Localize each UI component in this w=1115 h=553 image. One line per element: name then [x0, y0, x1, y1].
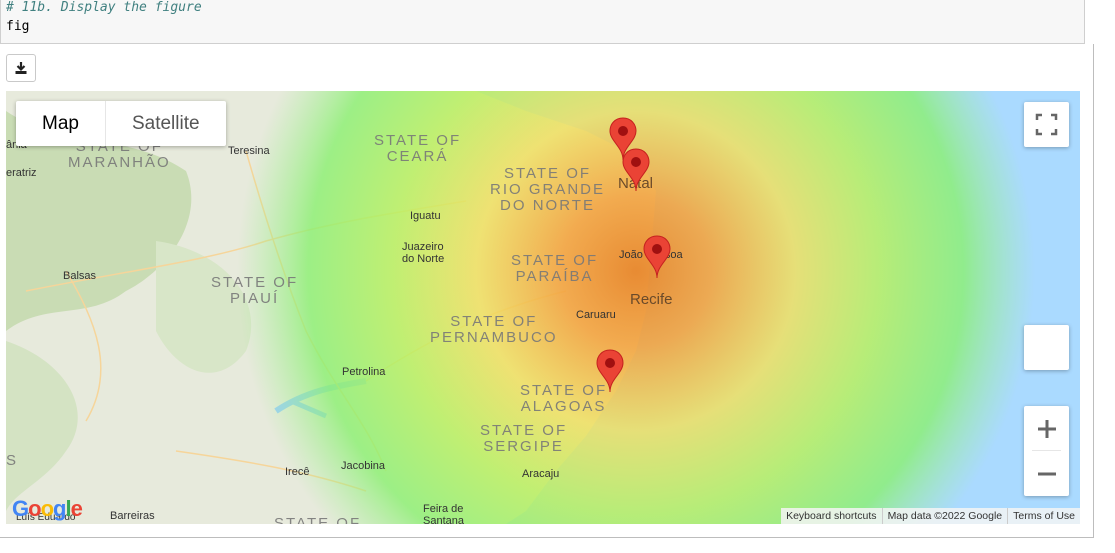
- left-edge-label-3: S: [6, 452, 19, 469]
- state-label-piaui: STATE OF PIAUÍ: [211, 274, 299, 307]
- city-iguatu: Iguatu: [410, 210, 441, 222]
- download-button[interactable]: [6, 54, 36, 82]
- download-icon: [15, 62, 27, 74]
- fullscreen-icon: [1035, 113, 1058, 136]
- zoom-control: [1024, 406, 1069, 496]
- city-balsas: Balsas: [63, 270, 97, 282]
- city-aracaju: Aracaju: [522, 468, 560, 480]
- map-type-control: Map Satellite: [16, 101, 226, 146]
- state-label-rio-grande-do-norte: STATE OF RIO GRANDE DO NORTE: [490, 165, 606, 214]
- city-feira-de-santana: Feira de Santana: [423, 503, 464, 524]
- map-data-text: Map data ©2022 Google: [881, 508, 1008, 524]
- city-jacobina: Jacobina: [341, 460, 386, 472]
- state-label-alagoas: STATE OF ALAGOAS: [520, 382, 608, 415]
- city-caruaru: Caruaru: [576, 309, 616, 321]
- city-teresina: Teresina: [228, 145, 270, 157]
- map[interactable]: ânia eratriz S STATE OFMARANHÃO STATE OF…: [6, 91, 1080, 524]
- state-label-bottom: STATE OF: [274, 515, 362, 525]
- state-label-pernambuco: STATE OF PERNAMBUCO: [430, 313, 558, 346]
- left-edge-label-2: eratriz: [6, 167, 37, 179]
- code-text: fig: [6, 19, 30, 34]
- state-label-ceara: STATE OF CEARÁ: [374, 132, 462, 165]
- zoom-out-button[interactable]: [1024, 451, 1069, 496]
- map-marker[interactable]: [622, 148, 650, 192]
- map-marker[interactable]: [596, 349, 624, 393]
- map-marker[interactable]: [643, 235, 671, 279]
- code-cell[interactable]: # 11b. Display the figure fig: [0, 0, 1085, 44]
- city-barreiras: Barreiras: [110, 510, 155, 522]
- city-juazeiro: Juazeiro do Norte: [402, 241, 445, 265]
- map-type-satellite-button[interactable]: Satellite: [104, 101, 226, 146]
- terms-of-use-link[interactable]: Terms of Use: [1007, 508, 1080, 524]
- fullscreen-button[interactable]: [1024, 102, 1069, 147]
- minus-icon: [1037, 472, 1056, 475]
- city-recife: Recife: [630, 291, 673, 308]
- street-view-pegman-button[interactable]: [1024, 325, 1069, 370]
- map-attribution: Keyboard shortcuts Map data ©2022 Google…: [781, 508, 1080, 524]
- code-comment: # 11b. Display the figure: [6, 0, 202, 15]
- google-logo[interactable]: Google: [12, 496, 83, 522]
- state-label-paraiba: STATE OF PARAÍBA: [511, 252, 599, 285]
- keyboard-shortcuts-link[interactable]: Keyboard shortcuts: [781, 508, 881, 524]
- zoom-in-button[interactable]: [1024, 406, 1069, 451]
- city-petrolina: Petrolina: [342, 366, 386, 378]
- plus-icon: [1037, 419, 1056, 438]
- page-scrollbar[interactable]: [1094, 0, 1115, 553]
- map-type-map-button[interactable]: Map: [16, 101, 105, 146]
- city-irece: Irecê: [285, 466, 310, 478]
- state-label-sergipe: STATE OF SERGIPE: [480, 422, 568, 455]
